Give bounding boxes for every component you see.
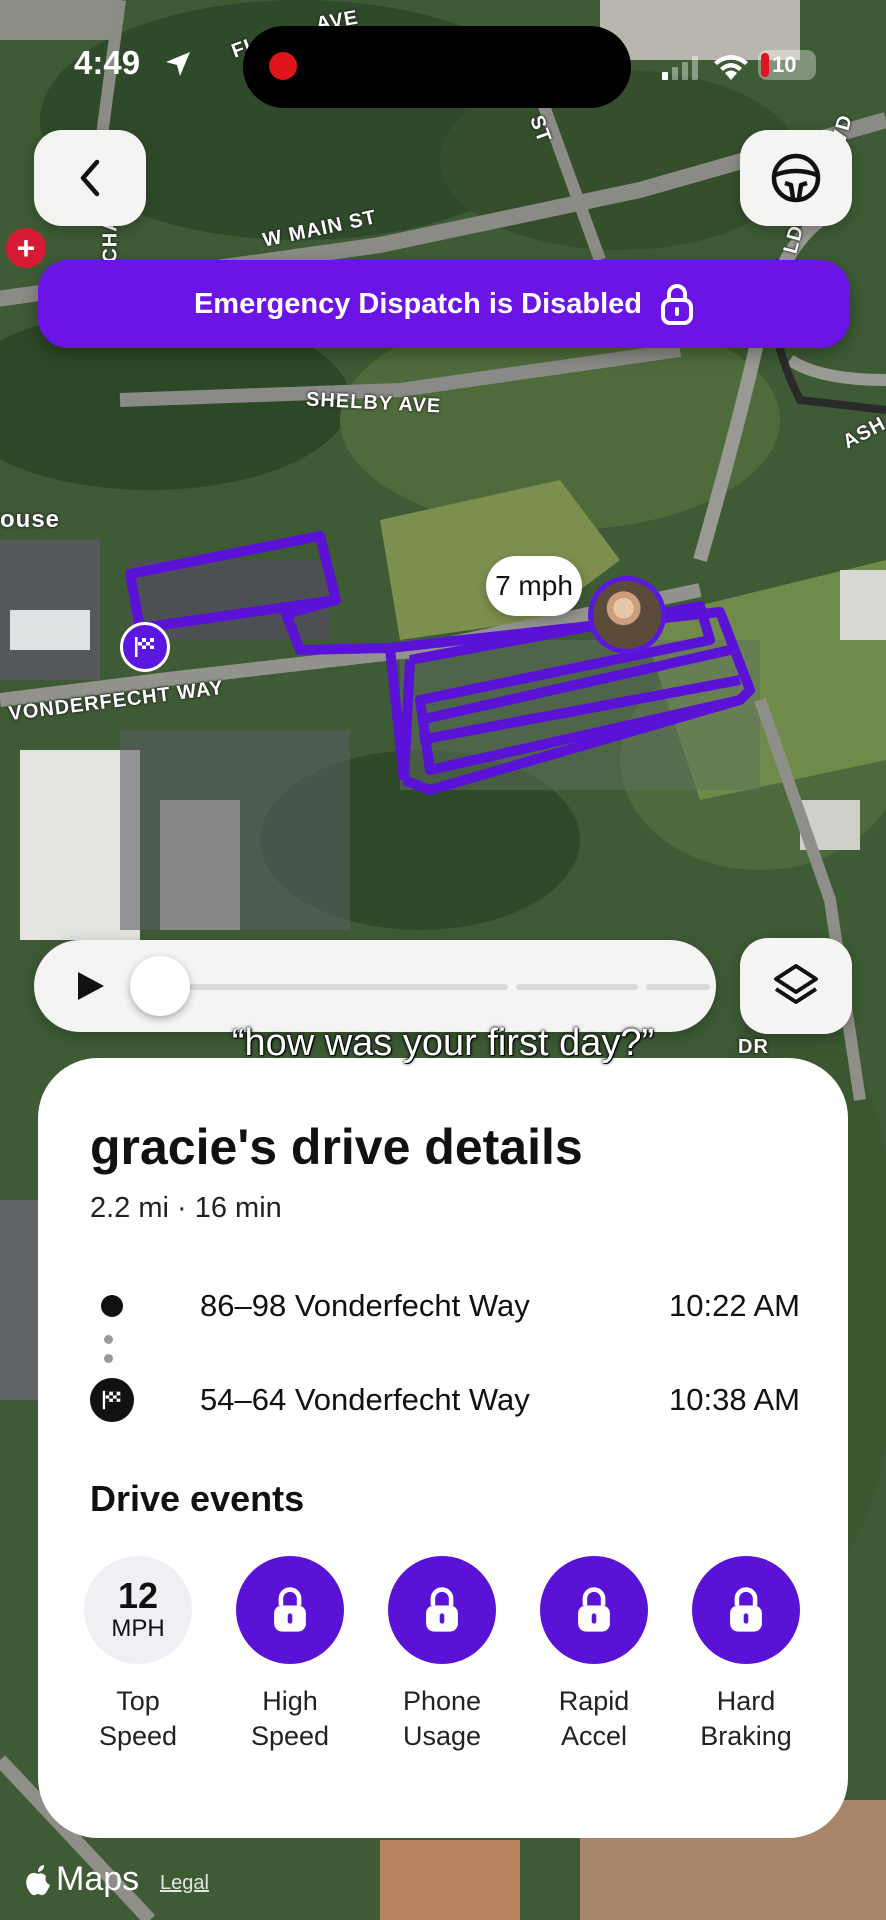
battery-level: 10 bbox=[772, 52, 797, 77]
lock-icon bbox=[661, 284, 694, 325]
hospital-marker[interactable]: + bbox=[6, 228, 46, 268]
scrub-track-segment[interactable] bbox=[160, 984, 508, 990]
end-time: 10:38 AM bbox=[669, 1382, 800, 1417]
location-arrow-icon bbox=[166, 52, 190, 76]
event-label: Rapid Accel bbox=[558, 1686, 630, 1751]
start-address: 86–98 Vonderfecht Way bbox=[200, 1288, 530, 1323]
scrub-track-segment[interactable] bbox=[516, 984, 638, 990]
legal-link[interactable]: Legal bbox=[160, 1872, 209, 1895]
battery-icon: 10 bbox=[758, 50, 816, 80]
drive-summary: 2.2 mi · 16 min bbox=[90, 1192, 282, 1224]
top-speed-badge: 12 MPH bbox=[84, 1556, 192, 1664]
drive-title: gracie's drive details bbox=[90, 1119, 583, 1175]
top-speed-unit: MPH bbox=[111, 1615, 165, 1642]
start-dot-icon bbox=[90, 1284, 134, 1328]
event-top-speed[interactable]: 12 MPH Top Speed bbox=[78, 1556, 198, 1754]
event-rapid-accel[interactable]: Rapid Accel bbox=[534, 1556, 654, 1754]
maps-text: Maps bbox=[56, 1860, 140, 1898]
back-button[interactable] bbox=[34, 130, 146, 226]
driver-avatar[interactable] bbox=[588, 576, 666, 654]
checkered-flag-icon bbox=[90, 1378, 134, 1422]
event-hard-braking[interactable]: Hard Braking bbox=[686, 1556, 806, 1754]
playback-bar[interactable] bbox=[34, 940, 716, 1032]
cellular-signal-icon bbox=[662, 56, 698, 80]
map-layers-button[interactable] bbox=[740, 938, 852, 1034]
play-icon[interactable] bbox=[76, 970, 106, 1002]
end-address: 54–64 Vonderfecht Way bbox=[200, 1382, 530, 1417]
end-flag-container bbox=[90, 1378, 134, 1422]
event-label: Hard Braking bbox=[700, 1686, 792, 1751]
chevron-left-icon bbox=[80, 159, 100, 197]
emergency-dispatch-banner[interactable]: Emergency Dispatch is Disabled bbox=[38, 260, 850, 348]
banner-text: Emergency Dispatch is Disabled bbox=[193, 287, 643, 320]
speed-bubble: 7 mph bbox=[486, 556, 582, 616]
status-time: 4:49 bbox=[74, 44, 141, 81]
wifi-icon bbox=[714, 55, 748, 80]
start-stop-row: 86–98 Vonderfecht Way 10:22 AM bbox=[90, 1284, 800, 1334]
drive-events-title: Drive events bbox=[90, 1478, 305, 1519]
lock-icon bbox=[540, 1556, 648, 1664]
top-speed-value: 12 bbox=[117, 1575, 159, 1616]
lock-icon bbox=[388, 1556, 496, 1664]
scrub-handle[interactable] bbox=[130, 956, 190, 1016]
layers-icon bbox=[774, 964, 818, 1004]
event-label: High Speed bbox=[250, 1686, 330, 1751]
lock-icon bbox=[236, 1556, 344, 1664]
recording-indicator-icon bbox=[269, 52, 297, 80]
connector-dot bbox=[104, 1335, 113, 1344]
map-label-house: ouse bbox=[0, 506, 61, 533]
event-label: Top Speed bbox=[98, 1686, 178, 1751]
drive-details-card: gracie's drive details 2.2 mi · 16 min 8… bbox=[38, 1058, 848, 1838]
video-caption: “how was your first day?” bbox=[231, 1022, 655, 1064]
dynamic-island bbox=[243, 26, 631, 108]
start-time: 10:22 AM bbox=[669, 1288, 800, 1323]
event-phone-usage[interactable]: Phone Usage bbox=[382, 1556, 502, 1754]
scrub-track-segment[interactable] bbox=[646, 984, 710, 990]
apple-maps-logo: Maps bbox=[24, 1860, 139, 1899]
checkered-flag-icon bbox=[135, 637, 154, 657]
steering-wheel-icon bbox=[771, 153, 821, 203]
lock-icon bbox=[692, 1556, 800, 1664]
driving-mode-button[interactable] bbox=[740, 130, 852, 226]
apple-logo-icon bbox=[26, 1864, 50, 1895]
end-stop-row: 54–64 Vonderfecht Way 10:38 AM bbox=[90, 1378, 800, 1428]
connector-dot bbox=[104, 1354, 113, 1363]
event-label: Phone Usage bbox=[402, 1686, 482, 1751]
event-high-speed[interactable]: High Speed bbox=[230, 1556, 350, 1754]
finish-flag-marker[interactable] bbox=[120, 622, 170, 672]
